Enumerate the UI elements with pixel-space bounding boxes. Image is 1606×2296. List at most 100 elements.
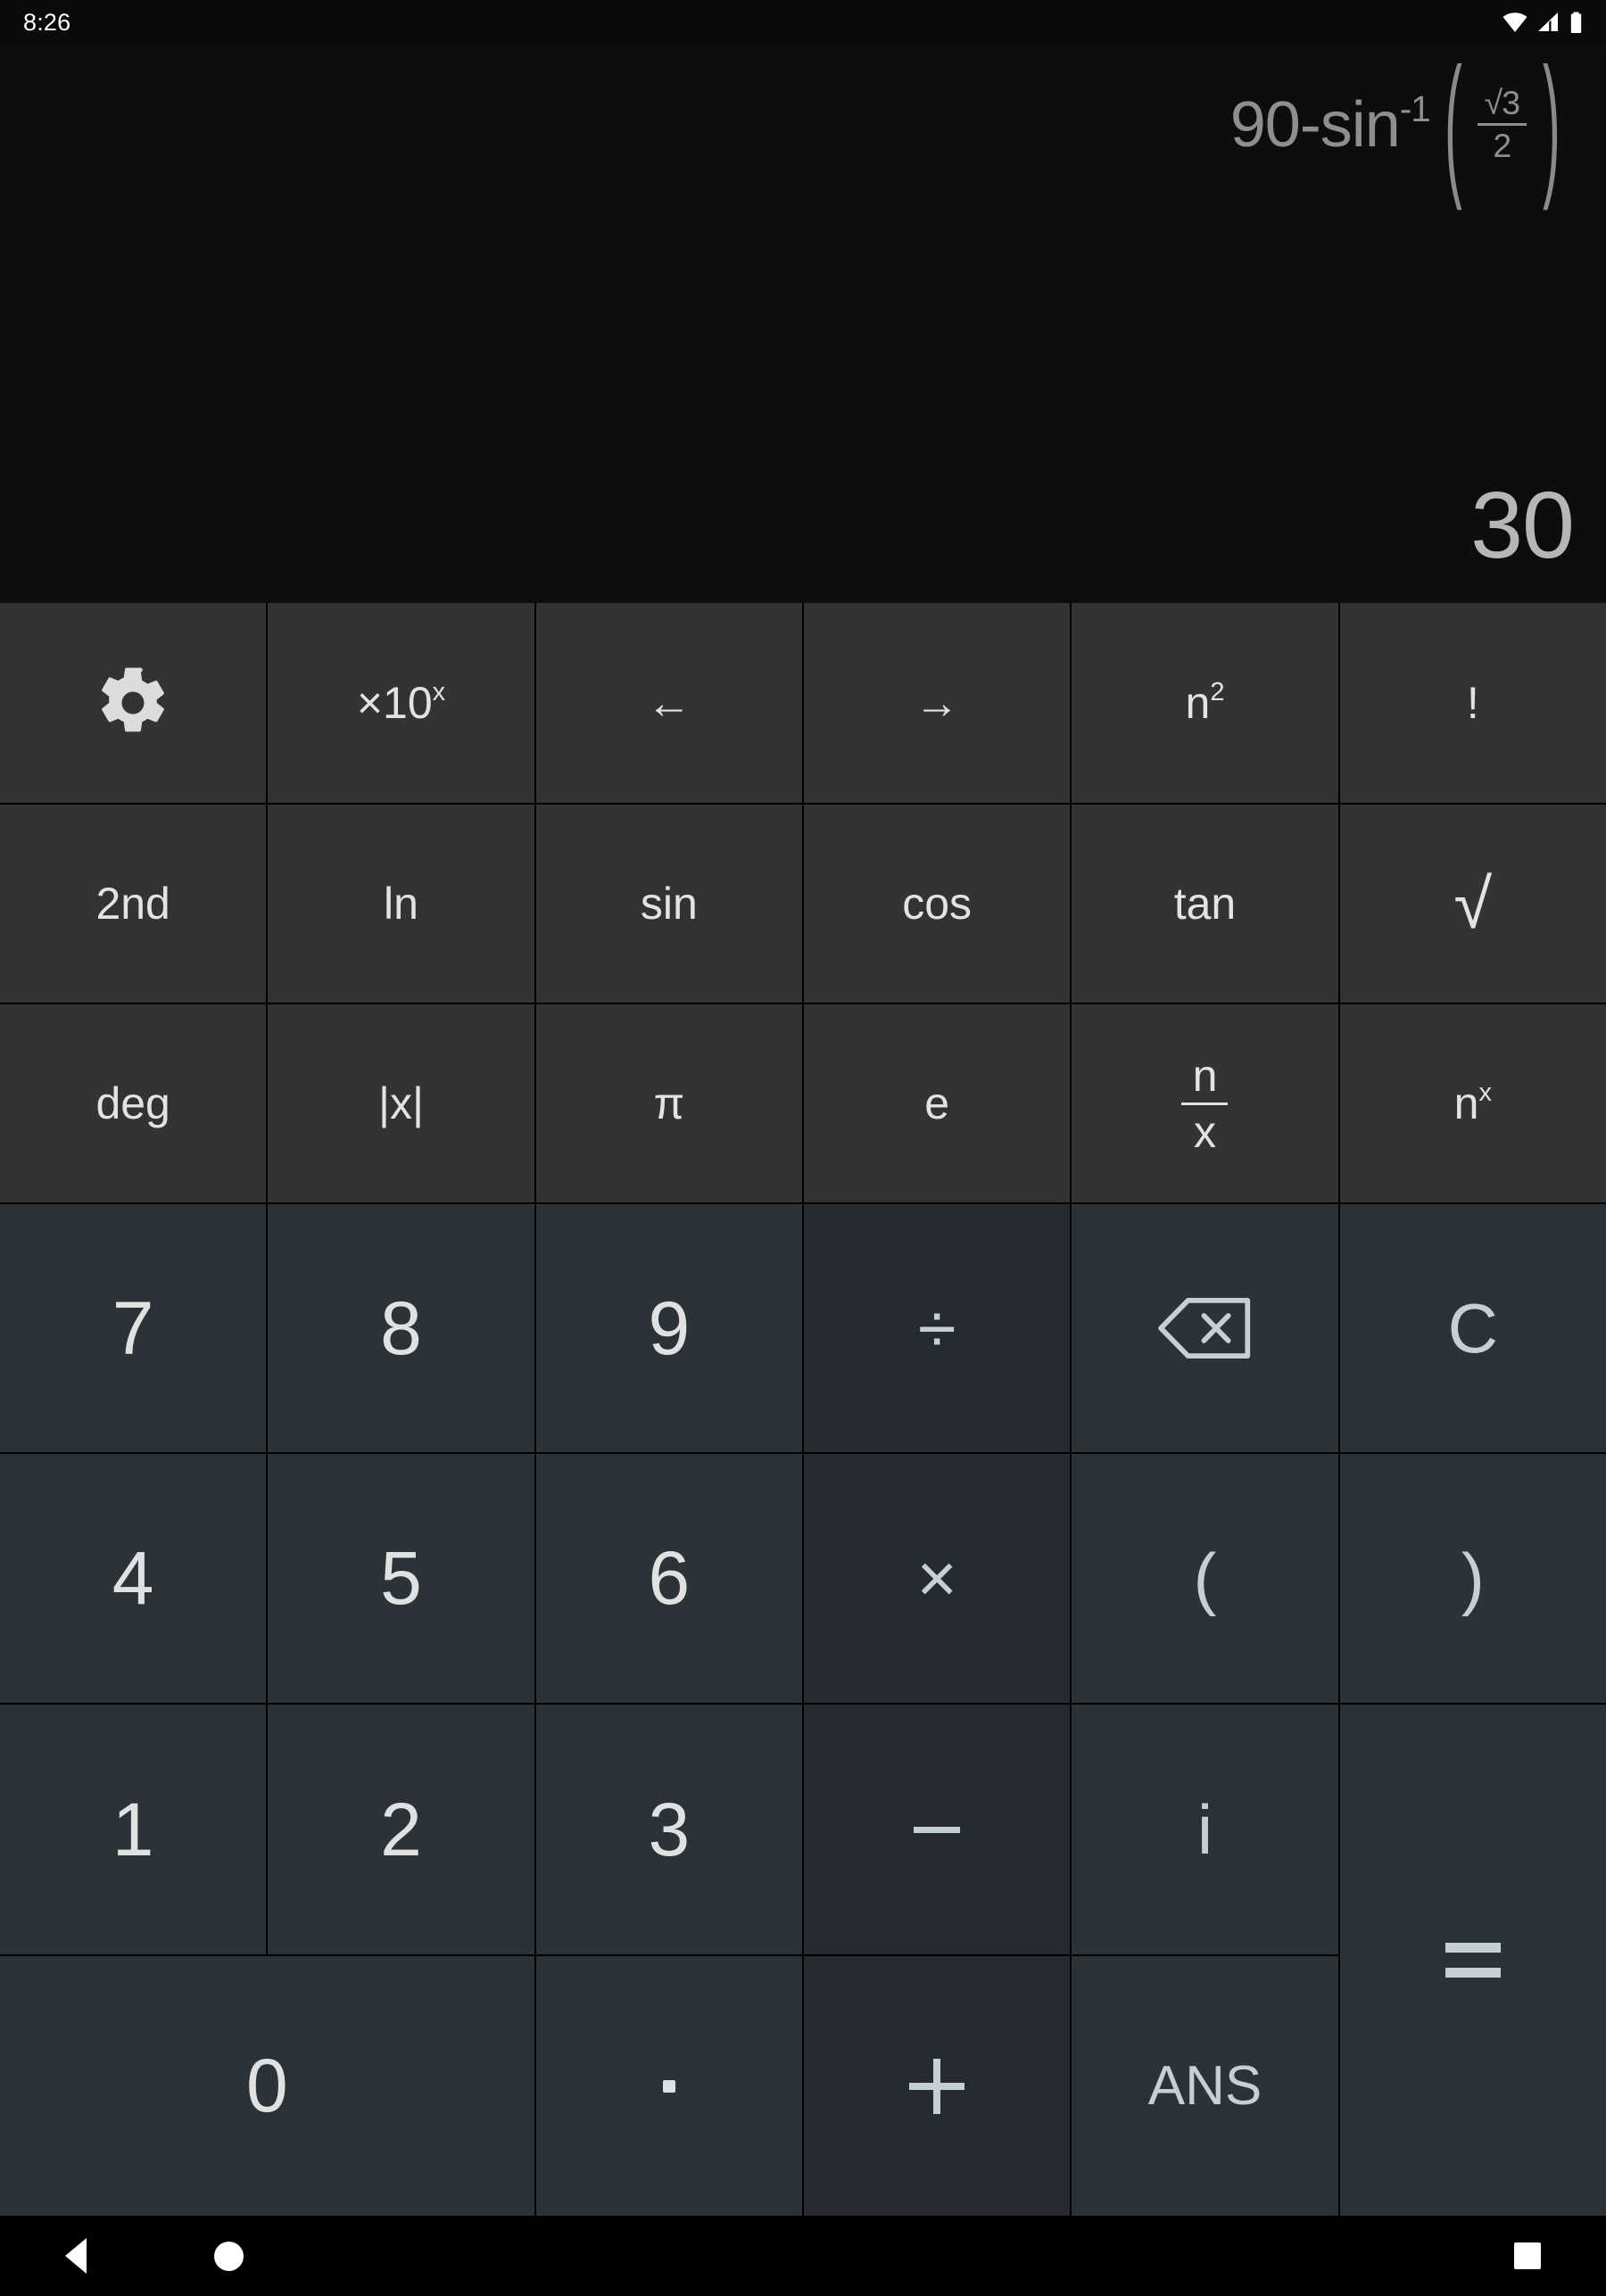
- calculator-app: 8:26 90-sin -1(√3 2) 30 ×10 x ← → n 2 ! …: [0, 0, 1606, 2296]
- digit-7-button[interactable]: 7: [0, 1204, 267, 1452]
- multiply-button[interactable]: ×: [804, 1454, 1071, 1703]
- digit-1-button[interactable]: 1: [0, 1705, 267, 1954]
- pi-label: π: [653, 1078, 685, 1128]
- status-bar-icons: [1502, 12, 1583, 34]
- calculator-display[interactable]: 90-sin -1(√3 2) 30: [0, 45, 1606, 603]
- cosine-label: cos: [902, 879, 973, 929]
- digit-2-label: 2: [380, 1787, 422, 1871]
- open-parenthesis-button[interactable]: (: [1072, 1454, 1338, 1703]
- n-power-base: n: [1453, 1078, 1479, 1128]
- digit-8-label: 8: [380, 1285, 422, 1370]
- sine-label: sin: [640, 879, 698, 929]
- natural-log-label: ln: [384, 879, 418, 929]
- digit-5-label: 5: [380, 1536, 422, 1620]
- clear-label: C: [1447, 1288, 1498, 1367]
- expression-numerator: √3: [1484, 84, 1520, 121]
- back-nav-button[interactable]: [65, 2238, 87, 2274]
- subtract-button[interactable]: [804, 1705, 1071, 1954]
- imaginary-unit-button[interactable]: i: [1072, 1705, 1338, 1954]
- keypad: ×10 x ← → n2 ! 2nd ln sin cos tan √ deg …: [0, 603, 1606, 2216]
- digit-6-button[interactable]: 6: [535, 1454, 802, 1703]
- backspace-button[interactable]: [1072, 1204, 1338, 1452]
- tangent-label: tan: [1173, 879, 1237, 929]
- result-display: 30: [1470, 473, 1575, 578]
- second-function-button[interactable]: 2nd: [0, 805, 267, 1003]
- equals-glyph: [1445, 1943, 1501, 1978]
- absolute-value-button[interactable]: |x|: [268, 1004, 534, 1202]
- digit-0-label: 0: [245, 2044, 288, 2127]
- open-parenthesis-label: (: [1193, 1539, 1217, 1617]
- home-nav-button[interactable]: [214, 2241, 244, 2271]
- euler-number-button[interactable]: e: [804, 1004, 1071, 1202]
- divide-button[interactable]: ÷: [804, 1204, 1071, 1452]
- euler-number-label: e: [924, 1078, 950, 1128]
- plus-glyph: [909, 2058, 965, 2114]
- fraction-glyph: n x: [1181, 1050, 1229, 1157]
- close-parenthesis-button[interactable]: ): [1339, 1454, 1606, 1703]
- expression-fraction: √3 2: [1477, 84, 1527, 165]
- wifi-icon: [1503, 12, 1527, 32]
- minus-glyph: [914, 1826, 961, 1833]
- recents-nav-button[interactable]: [1514, 2242, 1541, 2269]
- digit-6-label: 6: [648, 1536, 691, 1620]
- backspace-icon: [1158, 1298, 1251, 1359]
- answer-recall-label: ANS: [1147, 2055, 1262, 2117]
- factorial-label: !: [1466, 678, 1479, 728]
- digit-4-button[interactable]: 4: [0, 1454, 267, 1703]
- digit-0-button[interactable]: 0: [0, 1956, 534, 2216]
- times-ten-label: ×10: [356, 678, 433, 728]
- answer-recall-button[interactable]: ANS: [1072, 1956, 1338, 2216]
- equals-button[interactable]: [1339, 1705, 1606, 2216]
- degree-mode-label: deg: [95, 1078, 170, 1128]
- absolute-value-label: |x|: [378, 1078, 424, 1128]
- n-squared-button[interactable]: n2: [1072, 603, 1338, 803]
- expression-display: 90-sin -1(√3 2): [1230, 46, 1574, 203]
- arrow-right-icon: →: [915, 678, 960, 728]
- digit-2-button[interactable]: 2: [268, 1705, 534, 1954]
- digit-3-label: 3: [648, 1787, 691, 1871]
- digit-7-label: 7: [112, 1285, 154, 1370]
- decimal-point-glyph: [662, 2079, 675, 2093]
- fraction-numerator-label: n: [1192, 1050, 1218, 1101]
- degree-mode-button[interactable]: deg: [0, 1004, 267, 1202]
- cosine-button[interactable]: cos: [804, 805, 1071, 1003]
- battery-icon: [1570, 12, 1582, 33]
- gear-icon: [102, 667, 165, 732]
- close-parenthesis-label: ): [1461, 1539, 1485, 1617]
- expression-open-paren: (: [1444, 37, 1462, 212]
- add-button[interactable]: [804, 1956, 1071, 2216]
- n-to-power-x-button[interactable]: nx: [1339, 1004, 1606, 1202]
- expression-denominator: 2: [1493, 127, 1511, 165]
- status-bar-clock: 8:26: [23, 8, 71, 36]
- digit-8-button[interactable]: 8: [268, 1204, 534, 1452]
- times-ten-power-x-button[interactable]: ×10 x: [268, 603, 534, 803]
- divide-label: ÷: [917, 1288, 956, 1367]
- expression-close-paren: ): [1543, 37, 1560, 212]
- expression-exponent: -1: [1399, 87, 1431, 129]
- digit-9-button[interactable]: 9: [535, 1204, 802, 1452]
- arrow-left-icon: ←: [646, 678, 691, 728]
- pi-button[interactable]: π: [535, 1004, 802, 1202]
- square-root-button[interactable]: √: [1339, 805, 1606, 1003]
- settings-gear-button[interactable]: [0, 603, 267, 803]
- tangent-button[interactable]: tan: [1072, 805, 1338, 1003]
- natural-log-button[interactable]: ln: [268, 805, 534, 1003]
- digit-3-button[interactable]: 3: [535, 1705, 802, 1954]
- status-bar: 8:26: [0, 0, 1606, 45]
- cellular-signal-icon: [1538, 12, 1558, 31]
- cursor-left-button[interactable]: ←: [535, 603, 802, 803]
- digit-9-label: 9: [648, 1285, 691, 1370]
- sine-button[interactable]: sin: [535, 805, 802, 1003]
- decimal-point-button[interactable]: [535, 1956, 802, 2216]
- digit-4-label: 4: [112, 1536, 154, 1620]
- fraction-n-over-x-button[interactable]: n x: [1072, 1004, 1338, 1202]
- factorial-button[interactable]: !: [1339, 603, 1606, 803]
- second-function-label: 2nd: [95, 879, 170, 929]
- digit-5-button[interactable]: 5: [268, 1454, 534, 1703]
- digit-1-label: 1: [112, 1787, 154, 1871]
- clear-button[interactable]: C: [1339, 1204, 1606, 1452]
- cursor-right-button[interactable]: →: [804, 603, 1071, 803]
- n-squared-base: n: [1185, 678, 1211, 728]
- fraction-denominator-label: x: [1193, 1106, 1216, 1157]
- imaginary-unit-label: i: [1196, 1789, 1213, 1869]
